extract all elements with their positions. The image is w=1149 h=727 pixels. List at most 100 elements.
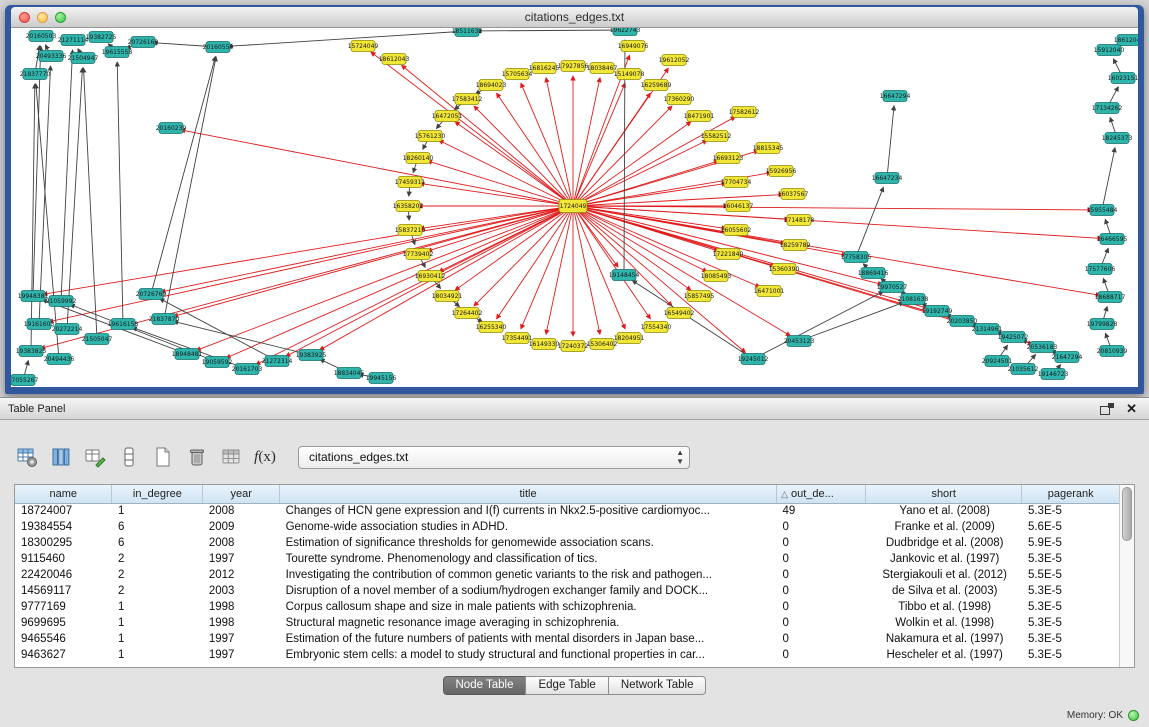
graph-node[interactable]: 19612052 — [659, 55, 690, 66]
graph-node[interactable]: 20536183 — [1027, 342, 1058, 353]
graph-node[interactable]: 18085493 — [701, 271, 732, 282]
table-row[interactable]: 977716911998Corpus callosum shape and si… — [15, 599, 1119, 615]
network-canvas[interactable]: 1724049160461371605560217221840180854931… — [11, 28, 1138, 387]
graph-node[interactable]: 18948481 — [172, 349, 203, 360]
graph-node[interactable]: 20924501 — [982, 356, 1013, 367]
graph-node[interactable]: 19146723 — [1038, 369, 1069, 380]
graph-node[interactable]: 21837870 — [149, 314, 180, 325]
graph-node[interactable]: 15955484 — [1087, 205, 1118, 216]
graph-node[interactable]: 15582512 — [701, 131, 732, 142]
close-window-button[interactable] — [19, 12, 30, 23]
graph-node[interactable]: 18245373 — [1102, 133, 1133, 144]
graph-node[interactable]: 15837210 — [395, 225, 426, 236]
graph-node[interactable]: 18511632 — [452, 28, 483, 37]
graph-node[interactable]: 21505047 — [82, 334, 113, 345]
graph-node[interactable]: 15306402 — [587, 339, 618, 350]
graph-node[interactable]: 21314961 — [972, 324, 1003, 335]
graph-node[interactable]: 17927856 — [558, 61, 589, 72]
graph-node[interactable]: 18612040 — [1114, 35, 1138, 46]
graph-node[interactable]: 16255340 — [476, 322, 507, 333]
minimize-window-button[interactable] — [37, 12, 48, 23]
graph-node[interactable]: 17240372 — [558, 341, 589, 352]
graph-node[interactable]: 19615558 — [102, 47, 133, 58]
graph-node[interactable]: 18834045 — [334, 368, 365, 379]
graph-node[interactable]: 16471001 — [754, 286, 785, 297]
graph-node[interactable]: 20272214 — [52, 324, 83, 335]
graph-node[interactable]: 16055602 — [721, 225, 752, 236]
graph-edge[interactable] — [83, 68, 97, 339]
graph-node[interactable]: 15926956 — [766, 166, 797, 177]
graph-node[interactable]: 17582612 — [729, 107, 760, 118]
table-row[interactable]: 1830029562008Estimation of significance … — [15, 535, 1119, 551]
column-header-year[interactable]: year — [203, 485, 280, 503]
graph-node[interactable]: 20160239 — [156, 123, 187, 134]
graph-edge[interactable] — [887, 106, 894, 178]
graph-edge[interactable] — [164, 57, 216, 319]
graph-node[interactable]: 16647294 — [880, 91, 911, 102]
graph-node[interactable]: 19148454 — [609, 270, 640, 281]
column-header-in_degree[interactable]: in_degree — [112, 485, 203, 503]
tab-edge-table[interactable]: Edge Table — [525, 676, 608, 695]
graph-node[interactable]: 17221840 — [713, 249, 744, 260]
graph-node[interactable]: 20453123 — [784, 336, 815, 347]
graph-node[interactable]: 16023151 — [1108, 73, 1138, 84]
table-row[interactable]: 911546021997Tourette syndrome. Phenomeno… — [15, 551, 1119, 567]
new-file-icon[interactable] — [150, 444, 176, 470]
memory-ok-indicator[interactable] — [1128, 710, 1139, 721]
graph-node[interactable]: 16549402 — [664, 308, 695, 319]
column-header-short[interactable]: short — [865, 485, 1022, 503]
column-header-pagerank[interactable]: pagerank — [1022, 485, 1119, 503]
table-scrollbar-thumb[interactable] — [1122, 487, 1132, 541]
graph-node[interactable]: 21647294 — [1052, 352, 1083, 363]
graph-node[interactable]: 17554340 — [641, 322, 672, 333]
graph-node[interactable]: 21059992 — [46, 296, 77, 307]
graph-node[interactable]: 16816245 — [529, 63, 560, 74]
graph-node[interactable]: 15149078 — [614, 69, 645, 80]
graph-node[interactable]: 18612043 — [379, 54, 410, 65]
graph-edge[interactable] — [174, 206, 573, 316]
graph-node[interactable]: 15912040 — [1094, 45, 1125, 56]
graph-node[interactable]: 16149330 — [529, 339, 560, 350]
graph-node[interactable]: 18815345 — [753, 143, 784, 154]
graph-node[interactable]: 20493336 — [36, 51, 67, 62]
column-header-title[interactable]: title — [280, 485, 777, 503]
table-row[interactable]: 946362711997Embryonic stem cells: a mode… — [15, 647, 1119, 663]
graph-node[interactable]: 20810939 — [1097, 346, 1128, 357]
graph-edge[interactable] — [67, 68, 82, 329]
graph-node[interactable]: 16466595 — [1097, 234, 1128, 245]
float-panel-icon[interactable] — [1100, 403, 1114, 415]
function-builder-icon[interactable]: f(x) — [252, 444, 278, 470]
graph-node[interactable]: 21035612 — [1008, 364, 1039, 375]
graph-node[interactable]: 17758305 — [841, 252, 872, 263]
graph-node[interactable]: 18204951 — [614, 333, 645, 344]
graph-node[interactable]: 17354491 — [502, 333, 533, 344]
graph-node[interactable]: 18259789 — [780, 240, 811, 251]
graph-edge[interactable] — [151, 57, 215, 294]
graph-node[interactable]: 17264402 — [452, 308, 483, 319]
tab-node-table[interactable]: Node Table — [443, 676, 527, 695]
graph-node[interactable]: 17148178 — [784, 215, 815, 226]
graph-edge[interactable] — [573, 206, 1092, 210]
graph-node[interactable]: 18034921 — [432, 291, 463, 302]
zoom-window-button[interactable] — [55, 12, 66, 23]
graph-node[interactable]: 19970527 — [877, 282, 908, 293]
table-source-dropdown[interactable]: citations_edges.txt ▲▼ — [298, 446, 690, 469]
graph-node[interactable]: 18869416 — [858, 268, 889, 279]
column-header-name[interactable]: name — [15, 485, 112, 503]
graph-edge[interactable] — [573, 206, 1102, 238]
graph-node[interactable]: 20494436 — [44, 354, 75, 365]
graph-node[interactable]: 16693123 — [713, 153, 744, 164]
graph-node[interactable]: 18688717 — [1095, 292, 1126, 303]
graph-node[interactable]: 19948381 — [18, 291, 49, 302]
graph-node[interactable]: 16358202 — [393, 201, 424, 212]
window-titlebar[interactable]: citations_edges.txt — [11, 7, 1138, 28]
graph-node[interactable]: 18471901 — [684, 111, 715, 122]
graph-node[interactable]: 19382725 — [86, 32, 117, 43]
edit-table-icon[interactable] — [82, 444, 108, 470]
graph-node[interactable]: 21837770 — [20, 69, 51, 80]
graph-node[interactable]: 19245012 — [738, 354, 769, 365]
delete-icon[interactable] — [184, 444, 210, 470]
graph-node[interactable]: 20160550 — [203, 42, 234, 53]
graph-node[interactable]: 17739402 — [403, 249, 434, 260]
graph-edge[interactable] — [33, 46, 41, 296]
